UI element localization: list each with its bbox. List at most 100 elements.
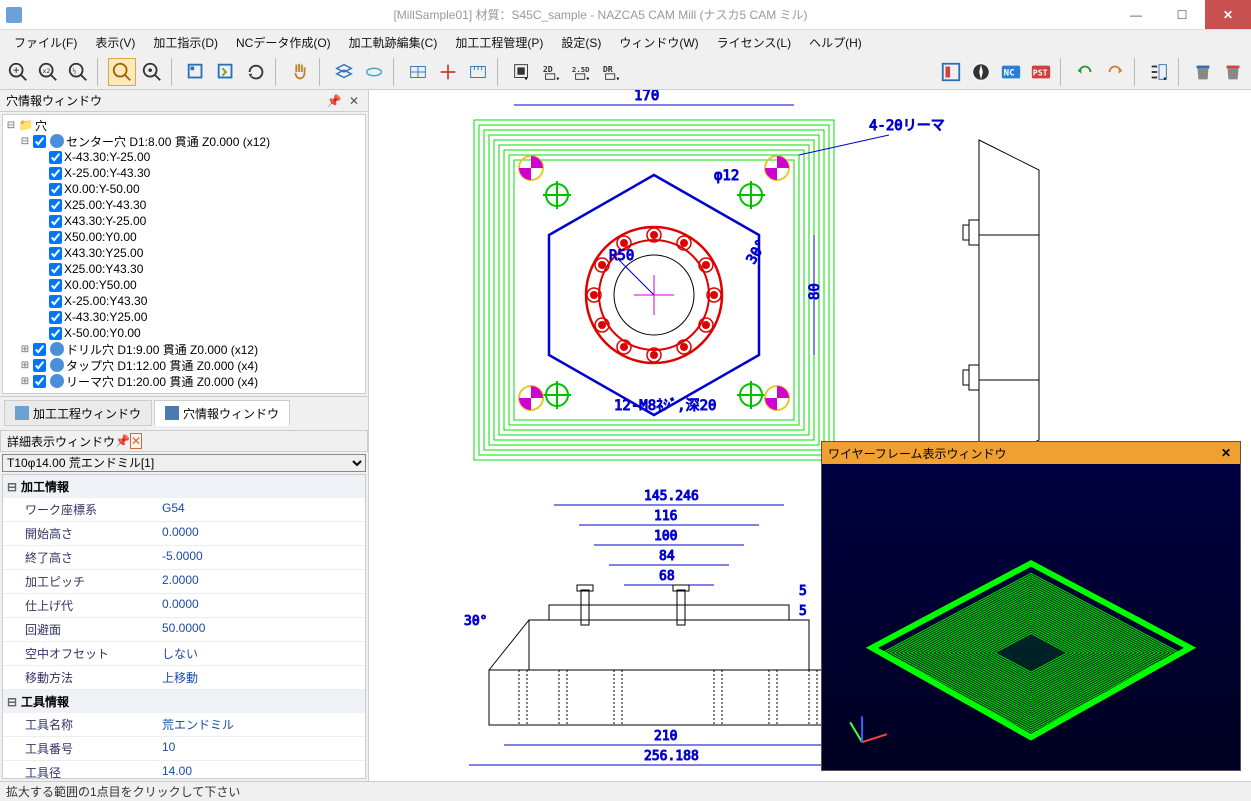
tree-leaf[interactable]: X43.30:Y25.00 (5, 245, 363, 261)
prop-row[interactable]: 移動方法上移動 (3, 666, 365, 690)
pin-icon[interactable]: 📌 (326, 93, 342, 109)
zoom-fit-icon[interactable] (138, 58, 166, 86)
undo-icon[interactable] (1071, 58, 1099, 86)
tree-root[interactable]: ⊟📁穴 (5, 117, 363, 133)
tree-leaf[interactable]: X0.00:Y50.00 (5, 277, 363, 293)
tree-checkbox[interactable] (33, 135, 46, 148)
tree-checkbox[interactable] (33, 375, 46, 388)
25d-icon[interactable]: 2.5D▾ (568, 58, 596, 86)
wireframe-viewport[interactable] (822, 464, 1240, 770)
tree-leaf[interactable]: X-50.00:Y0.00 (5, 325, 363, 341)
wireframe-titlebar[interactable]: ワイヤーフレーム表示ウィンドウ ✕ (822, 442, 1240, 464)
tree-leaf[interactable]: X0.00:Y-50.00 (5, 181, 363, 197)
tree-checkbox[interactable] (49, 183, 62, 196)
refresh-icon[interactable] (242, 58, 270, 86)
tab-hole[interactable]: 穴情報ウィンドウ (154, 400, 290, 426)
zoom-in-icon[interactable] (4, 58, 32, 86)
tree-checkbox[interactable] (49, 247, 62, 260)
tree-checkbox[interactable] (33, 359, 46, 372)
menu-ncdata[interactable]: NCデータ作成(O) (228, 32, 339, 53)
tree-leaf[interactable]: X-25.00:Y43.30 (5, 293, 363, 309)
delete-icon[interactable] (1219, 58, 1247, 86)
measure-icon[interactable] (464, 58, 492, 86)
compass-icon[interactable] (967, 58, 995, 86)
wireframe-close-icon[interactable]: ✕ (1218, 445, 1234, 461)
menu-license[interactable]: ライセンス(L) (709, 32, 799, 53)
prop-row[interactable]: 加工ピッチ2.0000 (3, 570, 365, 594)
menu-file[interactable]: ファイル(F) (6, 32, 85, 53)
tree-group[interactable]: ⊞ドリル穴 D1:9.00 貫通 Z0.000 (x12) (5, 341, 363, 357)
menu-settings[interactable]: 設定(S) (553, 32, 609, 53)
minimize-button[interactable]: — (1113, 0, 1159, 29)
redo-icon[interactable] (1101, 58, 1129, 86)
prop-row[interactable]: 仕上げ代0.0000 (3, 594, 365, 618)
zoom-x2-icon[interactable]: x2 (34, 58, 62, 86)
tree-checkbox[interactable] (49, 327, 62, 340)
prop-row[interactable]: 回避面50.0000 (3, 618, 365, 642)
prop-category[interactable]: ⊟加工情報 (3, 475, 365, 498)
pocket-icon[interactable]: ▾ (508, 58, 536, 86)
tree-checkbox[interactable] (49, 215, 62, 228)
tree-leaf[interactable]: X-25.00:Y-43.30 (5, 165, 363, 181)
detail-pin-icon[interactable]: 📌 (115, 434, 130, 448)
prop-row[interactable]: 空中オフセットしない (3, 642, 365, 666)
wireframe-window[interactable]: ワイヤーフレーム表示ウィンドウ ✕ (821, 441, 1241, 771)
origin-icon[interactable] (434, 58, 462, 86)
view-front-icon[interactable] (182, 58, 210, 86)
tree-checkbox[interactable] (49, 151, 62, 164)
surface-icon[interactable] (360, 58, 388, 86)
prop-row[interactable]: 終了高さ-5.0000 (3, 546, 365, 570)
grid-icon[interactable] (404, 58, 432, 86)
tree-leaf[interactable]: X50.00:Y0.00 (5, 229, 363, 245)
prop-row[interactable]: 工具径14.00 (3, 761, 365, 779)
drawing-canvas[interactable]: 170 4-20リーマ φ12 R50 30° 80 12-M8ﾈｼﾞ,深20 (368, 90, 1251, 781)
tree-checkbox[interactable] (49, 311, 62, 324)
tree-leaf[interactable]: X-43.30:Y-25.00 (5, 149, 363, 165)
zoom-window-icon[interactable] (108, 58, 136, 86)
layers-icon[interactable] (330, 58, 358, 86)
tab-process[interactable]: 加工工程ウィンドウ (4, 400, 152, 426)
hole-tree[interactable]: ⊟📁穴⊟センター穴 D1:8.00 貫通 Z0.000 (x12)X-43.30… (2, 114, 366, 394)
tree-group[interactable]: ⊞タップ穴 D1:12.00 貫通 Z0.000 (x4) (5, 357, 363, 373)
tree-leaf[interactable]: X-43.30:Y25.00 (5, 309, 363, 325)
tree-group[interactable]: ⊟センター穴 D1:8.00 貫通 Z0.000 (x12) (5, 133, 363, 149)
2d-icon[interactable]: 2D▾ (538, 58, 566, 86)
property-grid[interactable]: ⊟加工情報ワーク座標系G54開始高さ0.0000終了高さ-5.0000加工ピッチ… (2, 474, 366, 779)
tree-checkbox[interactable] (49, 263, 62, 276)
prop-row[interactable]: ワーク座標系G54 (3, 498, 365, 522)
menu-machining[interactable]: 加工指示(D) (145, 32, 226, 53)
maximize-button[interactable]: ☐ (1159, 0, 1205, 29)
tree-checkbox[interactable] (49, 295, 62, 308)
tool-select[interactable]: T10φ14.00 荒エンドミル[1] (2, 454, 366, 472)
tree-checkbox[interactable] (49, 279, 62, 292)
tree-leaf[interactable]: X43.30:Y-25.00 (5, 213, 363, 229)
tree-toggle-icon[interactable]: ▾ (1145, 58, 1173, 86)
tree-checkbox[interactable] (33, 343, 46, 356)
pan-icon[interactable] (286, 58, 314, 86)
prop-row[interactable]: 開始高さ0.0000 (3, 522, 365, 546)
drill-icon[interactable]: DR▾ (598, 58, 626, 86)
tree-checkbox[interactable] (49, 231, 62, 244)
menu-process[interactable]: 加工工程管理(P) (447, 32, 551, 53)
detail-close-icon[interactable]: ✕ (130, 433, 142, 449)
close-button[interactable]: ✕ (1205, 0, 1251, 29)
pst-badge-icon[interactable]: PST (1027, 58, 1055, 86)
menu-help[interactable]: ヘルプ(H) (801, 32, 870, 53)
nc-badge-icon[interactable]: NC (997, 58, 1025, 86)
panel-close-icon[interactable]: ✕ (346, 93, 362, 109)
view-iso-icon[interactable] (212, 58, 240, 86)
tree-checkbox[interactable] (49, 167, 62, 180)
menu-trajectory[interactable]: 加工軌跡編集(C) (341, 32, 446, 53)
tree-checkbox[interactable] (49, 199, 62, 212)
window-icon[interactable] (937, 58, 965, 86)
prop-category[interactable]: ⊟工具情報 (3, 690, 365, 713)
menu-window[interactable]: ウィンドウ(W) (611, 32, 706, 53)
tree-leaf[interactable]: X25.00:Y-43.30 (5, 197, 363, 213)
prop-row[interactable]: 工具番号10 (3, 737, 365, 761)
trash-icon[interactable] (1189, 58, 1217, 86)
tree-group[interactable]: ⊞リーマ穴 D1:20.00 貫通 Z0.000 (x4) (5, 373, 363, 389)
zoom-half-icon[interactable]: ½ (64, 58, 92, 86)
prop-row[interactable]: 工具名称荒エンドミル (3, 713, 365, 737)
menu-view[interactable]: 表示(V) (87, 32, 143, 53)
tree-leaf[interactable]: X25.00:Y43.30 (5, 261, 363, 277)
